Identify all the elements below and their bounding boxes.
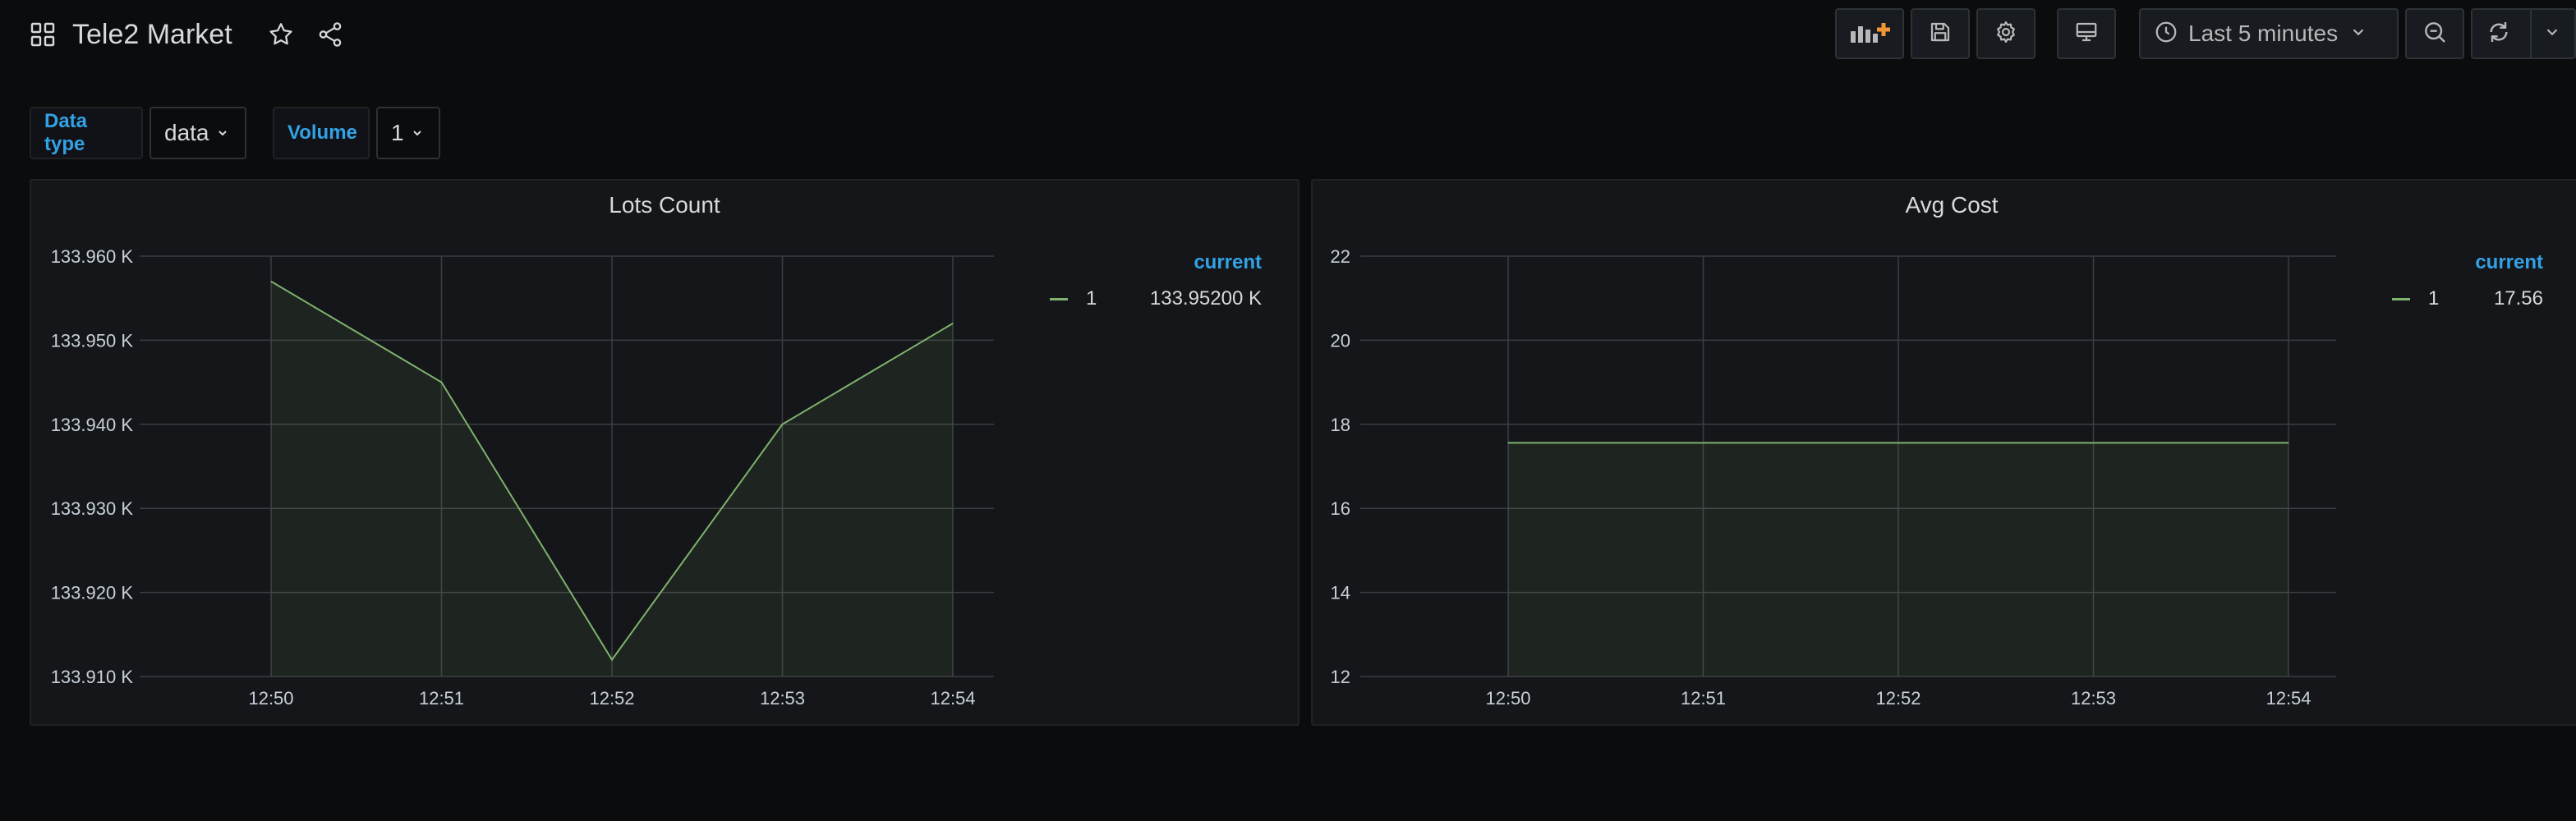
add-panel-icon	[1849, 20, 1890, 48]
x-tick-label: 12:53	[2071, 688, 2116, 709]
legend-header[interactable]: current	[1194, 251, 1262, 274]
variable-label-volume: Volume	[273, 107, 370, 159]
chevron-down-icon	[2349, 23, 2367, 45]
y-tick-label: 133.950 K	[51, 330, 134, 351]
variable-value: data	[164, 120, 209, 145]
dashboard-navbar: Tele2 Market Last 5 minutes	[0, 0, 2576, 71]
save-dashboard-button[interactable]	[1911, 8, 1970, 59]
x-tick-label: 12:51	[1681, 688, 1726, 709]
x-tick-label: 12:53	[760, 688, 805, 709]
legend-series[interactable]: 1	[2392, 287, 2439, 310]
chevron-down-icon	[218, 131, 227, 136]
lots-count-chart[interactable]: 133.910 K 133.920 K 133.930 K 133.940 K 133.…	[31, 181, 1301, 727]
variable-select-volume[interactable]: 1	[376, 107, 440, 159]
y-tick-label: 22	[1331, 246, 1350, 267]
y-tick-label: 12	[1331, 667, 1350, 687]
y-tick-label: 14	[1331, 583, 1350, 603]
data-point	[611, 659, 613, 661]
series-area-fill	[1508, 443, 2288, 677]
y-tick-label: 133.940 K	[51, 415, 134, 435]
star-icon[interactable]	[264, 18, 297, 51]
chevron-down-icon	[412, 131, 421, 136]
x-tick-label: 12:52	[1875, 688, 1920, 709]
y-tick-label: 16	[1331, 498, 1350, 519]
refresh-button[interactable]	[2471, 8, 2576, 59]
refresh-icon	[2486, 19, 2512, 49]
grid-icon[interactable]	[30, 21, 56, 48]
dashboard-title[interactable]: Tele2 Market	[72, 16, 232, 53]
variable-select-data-type[interactable]: data	[150, 107, 246, 159]
y-tick-label: 133.930 K	[51, 498, 134, 519]
x-tick-label: 12:54	[930, 688, 975, 709]
button-divider	[2530, 8, 2532, 59]
x-tick-label: 12:50	[248, 688, 293, 709]
y-tick-label: 18	[1331, 415, 1350, 435]
avg-cost-chart[interactable]: 12 14 16 18 20 22 12:50 12:51 12:52 12:53 12:54	[1313, 181, 2576, 727]
gear-icon	[1994, 20, 2018, 48]
legend-header[interactable]: current	[2475, 251, 2543, 274]
legend-series[interactable]: 1	[1050, 287, 1097, 310]
share-icon[interactable]	[314, 18, 347, 51]
save-icon	[1928, 20, 1953, 48]
panel-avg-cost[interactable]: Avg Cost 12 14 16 18 20 22 12:50 12:51 12:52 12:5…	[1311, 179, 2576, 726]
tv-icon	[2074, 20, 2099, 48]
legend-series-name[interactable]: 1	[1086, 287, 1097, 310]
time-picker-button[interactable]: Last 5 minutes	[2139, 8, 2399, 59]
variable-label-data-type: Data type	[30, 107, 143, 159]
refresh-interval-chevron-down-icon[interactable]	[2543, 23, 2561, 45]
series-color-swatch[interactable]	[1050, 297, 1068, 300]
add-panel-button[interactable]	[1835, 8, 1904, 59]
legend-series-name[interactable]: 1	[2428, 287, 2439, 310]
zoom-out-button[interactable]	[2405, 8, 2464, 59]
y-tick-label: 133.960 K	[51, 246, 134, 267]
y-tick-label: 20	[1331, 330, 1350, 351]
time-range-label: Last 5 minutes	[2188, 21, 2339, 46]
x-tick-label: 12:52	[589, 688, 634, 709]
data-point	[441, 382, 442, 383]
y-tick-label: 133.910 K	[51, 667, 134, 687]
x-tick-label: 12:50	[1485, 688, 1530, 709]
dashboard-settings-button[interactable]	[1976, 8, 2036, 59]
y-tick-label: 133.920 K	[51, 583, 134, 603]
tv-mode-button[interactable]	[2057, 8, 2116, 59]
panel-lots-count[interactable]: Lots Count 133.910 K 133.920 K 133.930 K 13…	[30, 179, 1300, 726]
data-point	[270, 281, 272, 282]
variable-value: 1	[391, 120, 404, 145]
legend-current-value: 133.95200 K	[1149, 287, 1262, 310]
series-color-swatch[interactable]	[2392, 297, 2410, 300]
zoom-out-icon	[2422, 19, 2448, 49]
legend-current-value: 17.56	[2493, 287, 2543, 310]
clock-icon	[2154, 20, 2178, 48]
x-tick-label: 12:51	[419, 688, 464, 709]
x-tick-label: 12:54	[2266, 688, 2311, 709]
